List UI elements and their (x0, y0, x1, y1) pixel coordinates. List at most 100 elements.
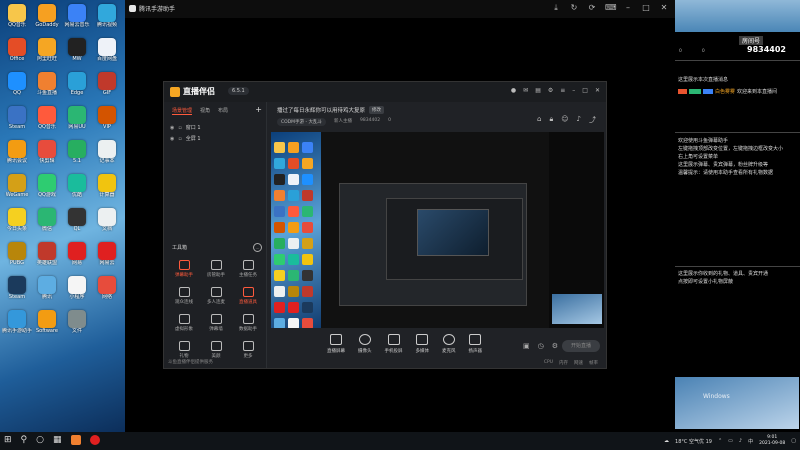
start-live-button[interactable]: 开始直播 (562, 340, 600, 352)
network-icon[interactable]: ▭ (728, 438, 733, 444)
desktop-icon[interactable]: 优酷 (62, 172, 92, 206)
maximize-icon[interactable]: □ (641, 3, 651, 13)
phone-cast-button[interactable]: 手机投屏 (385, 334, 403, 354)
settings-icon[interactable]: ⚙ (548, 87, 553, 94)
share-icon[interactable]: ⤴ (589, 115, 596, 125)
lock-icon[interactable]: ▫ (178, 136, 181, 142)
tool-button[interactable]: 房管助手 (200, 260, 232, 287)
desktop-icon[interactable]: WeGame (2, 172, 32, 206)
screen-capture-button[interactable]: 直播屏幕 (327, 334, 345, 354)
start-icon[interactable]: ⊞ (4, 435, 12, 445)
shop-icon[interactable]: ⌂ (537, 115, 541, 125)
desktop-icon[interactable]: Steam (2, 104, 32, 138)
toolbox-more-icon[interactable]: … (253, 243, 262, 252)
ime-indicator[interactable]: 中 (748, 438, 753, 445)
camera-button[interactable]: 摄像头 (358, 334, 372, 354)
desktop-icon[interactable]: QL (62, 206, 92, 240)
keyboard-icon[interactable]: ⌨ (605, 3, 617, 13)
desktop-icon[interactable]: 网易云音乐 (62, 2, 92, 36)
tool-button[interactable]: 直播道具 (232, 287, 264, 314)
record-icon[interactable]: ▣ (523, 342, 530, 350)
tab-scene-manage[interactable]: 场景管理 (172, 107, 193, 115)
desktop-icon[interactable]: 快剪辑 (32, 138, 62, 172)
desktop-icon[interactable]: 腾讯视频 (92, 2, 122, 36)
minimize-icon[interactable]: – (572, 87, 575, 94)
stream-preview[interactable] (271, 132, 604, 328)
desktop-icon[interactable]: QQ音乐 (32, 104, 62, 138)
desktop-icon[interactable]: 小程序 (62, 274, 92, 308)
menu-icon[interactable]: ≡ (560, 87, 565, 94)
desktop-icon[interactable]: Steam (2, 274, 32, 308)
tool-button[interactable]: 更多 (232, 341, 264, 368)
desktop-icon[interactable]: 腾讯手游助手 (2, 308, 32, 342)
desktop-icon[interactable]: Edge (62, 70, 92, 104)
room-category[interactable]: CODM手游 - 大乱斗 (277, 118, 327, 126)
lock-icon[interactable]: 🔒︎ (549, 115, 553, 125)
desktop-icon[interactable]: 网络 (92, 274, 122, 308)
desktop-icon[interactable]: MW (62, 36, 92, 70)
tool-button[interactable]: 主播任务 (232, 260, 264, 287)
desktop-icon[interactable]: 斗鱼直播 (32, 70, 62, 104)
microphone-button[interactable]: 麦克风 (442, 334, 456, 354)
desktop-icon[interactable]: 腾讯 (32, 274, 62, 308)
message-icon[interactable]: ✉ (523, 87, 528, 94)
desktop-icon[interactable]: 阿里旺旺 (32, 36, 62, 70)
tab-layout[interactable]: 布局 (218, 107, 228, 115)
speaker-button[interactable]: 扬声器 (469, 334, 482, 354)
desktop-icon[interactable]: QQ音乐 (2, 2, 32, 36)
timer-icon[interactable]: ◷ (538, 342, 544, 350)
desktop-icon[interactable]: 网易云 (92, 240, 122, 274)
desktop-icon[interactable]: Office (2, 36, 32, 70)
desktop-icon[interactable]: 英雄联盟 (32, 240, 62, 274)
media-button[interactable]: 多媒体 (416, 334, 429, 354)
scene-item-fullscreen[interactable]: ◉ ▫ 全屏 1 (164, 132, 266, 143)
desktop-icon[interactable]: GIF (92, 70, 122, 104)
desktop-icon[interactable]: GoDaddy (32, 2, 62, 36)
maximize-icon[interactable]: □ (582, 87, 588, 94)
clock[interactable]: 9:01 2021-09-08 (759, 435, 785, 447)
bell-icon[interactable]: ♪ (577, 115, 581, 125)
desktop-icon[interactable]: QQ游戏 (32, 172, 62, 206)
weather-text[interactable]: 18°C 空气优 19 (675, 438, 712, 445)
desktop-icon[interactable]: 网易UU (62, 104, 92, 138)
desktop-icon[interactable]: PUBG (2, 240, 32, 274)
notification-icon[interactable]: ▢ (791, 438, 796, 444)
desktop-icon[interactable]: Software (32, 308, 62, 342)
user-icon[interactable]: ☺ (561, 115, 568, 125)
desktop-icon[interactable]: 百度网盘 (92, 36, 122, 70)
download-icon[interactable]: ⤓ (551, 3, 561, 13)
mail-icon[interactable]: ▤ (535, 87, 541, 94)
minimize-icon[interactable]: – (623, 3, 633, 13)
eye-icon[interactable]: ◉ (170, 136, 174, 142)
tool-button[interactable]: 虚拟形象 (168, 314, 200, 341)
volume-icon[interactable]: ♪ (739, 438, 742, 444)
tool-button[interactable]: 数据助手 (232, 314, 264, 341)
refresh-icon[interactable]: ↻ (569, 3, 579, 13)
rotate-icon[interactable]: ⟳ (587, 3, 597, 13)
add-scene-icon[interactable]: + (255, 105, 262, 114)
desktop-icon[interactable]: QQ (2, 70, 32, 104)
tray-up-icon[interactable]: ⌃ (718, 438, 722, 444)
tool-button[interactable]: 观众连线 (168, 287, 200, 314)
scene-item-window[interactable]: ◉ ▫ 窗口 1 (164, 121, 266, 132)
weather-icon[interactable]: ☁ (664, 438, 669, 444)
desktop-icon[interactable]: 腾讯会议 (2, 138, 32, 172)
desktop-icon[interactable]: 计算器 (92, 172, 122, 206)
desktop-icon[interactable]: 文档 (92, 206, 122, 240)
eye-icon[interactable]: ◉ (170, 125, 174, 131)
edit-title-button[interactable]: 修改 (369, 106, 385, 114)
desktop-icon[interactable]: 文件 (62, 308, 92, 342)
desktop-icon[interactable]: 记事本 (92, 138, 122, 172)
tool-button[interactable]: 多人连麦 (200, 287, 232, 314)
taskbar-app-icon[interactable] (70, 435, 81, 445)
desktop-icon[interactable]: 今日头条 (2, 206, 32, 240)
task-view-icon[interactable]: ○ (36, 435, 44, 445)
user-name[interactable]: 白色雾雾 (715, 88, 735, 95)
close-icon[interactable]: ✕ (595, 87, 600, 94)
lock-icon[interactable]: ▫ (178, 125, 181, 131)
search-icon[interactable]: ⚲ (21, 435, 28, 445)
tool-button[interactable]: 弹幕墙 (200, 314, 232, 341)
version-badge[interactable]: 6.5.1 (228, 87, 249, 95)
taskbar-app-icon[interactable] (89, 435, 100, 445)
widgets-icon[interactable]: ▦ (53, 435, 62, 445)
